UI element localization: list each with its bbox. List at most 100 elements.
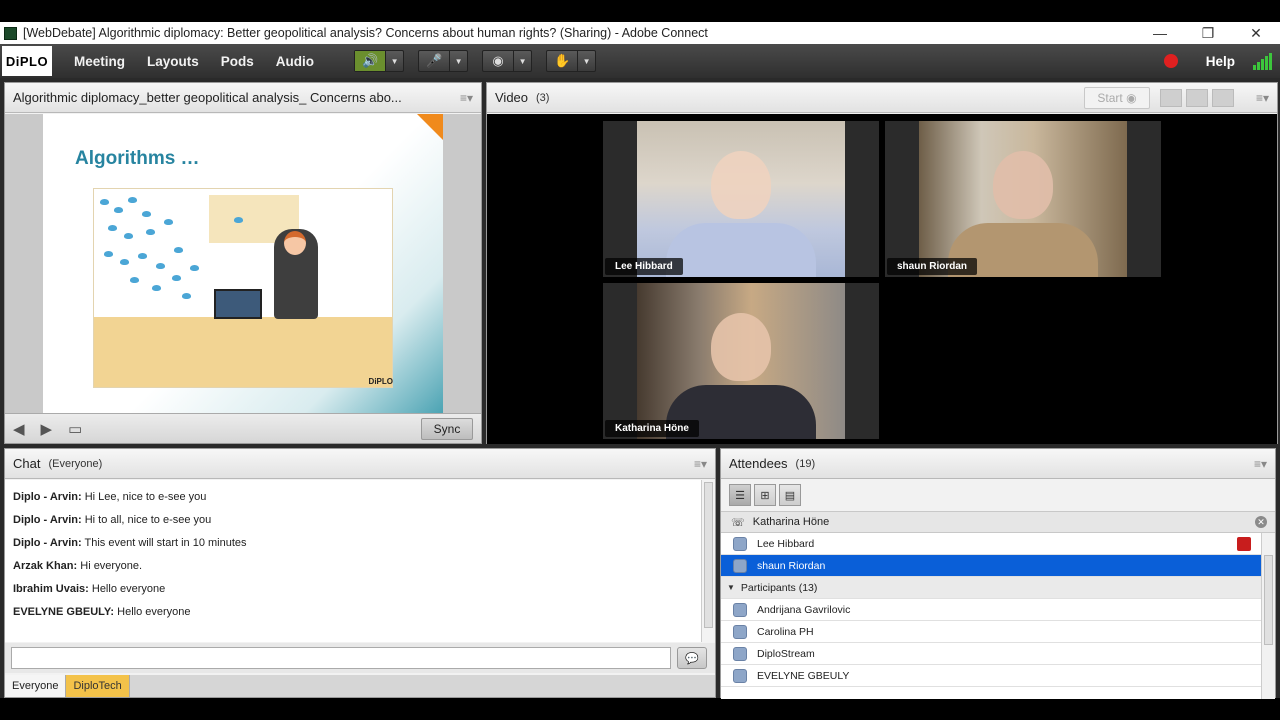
chevron-down-icon[interactable]: ▼ [513, 51, 531, 71]
video-tile[interactable]: shaun Riordan [885, 121, 1161, 277]
slide-corner-decoration [417, 114, 443, 140]
webcam-icon[interactable]: ◉ [483, 51, 513, 71]
participant-video [637, 121, 845, 277]
share-pod-footer: ◀ ▶ ▭ Sync [5, 413, 481, 443]
pod-menu-icon[interactable]: ≡▾ [1256, 91, 1269, 105]
chat-messages: Diplo - Arvin: Hi Lee, nice to e-see you… [5, 480, 701, 642]
chat-pod-title: Chat [13, 456, 41, 471]
video-pod-title: Video [495, 90, 529, 105]
close-window-button[interactable]: ✕ [1232, 25, 1280, 42]
chat-message: Diplo - Arvin: Hi to all, nice to e-see … [13, 514, 212, 526]
share-content-area: Algorithms … DiPLO [5, 114, 481, 414]
menu-pods[interactable]: Pods [221, 54, 254, 69]
list-item[interactable]: Carolina PH [721, 621, 1261, 643]
chat-pod: Chat (Everyone) ≡▾ Diplo - Arvin: Hi Lee… [4, 448, 716, 698]
menu-bar: DiPLO Meeting Layouts Pods Audio 🔊 ▼ 🎤 ▼… [0, 44, 1280, 78]
share-pod-title: Algorithmic diplomacy_better geopolitica… [13, 90, 402, 105]
restore-button[interactable]: ❐ [1184, 25, 1232, 42]
previous-slide-icon[interactable]: ◀ [13, 420, 25, 438]
chevron-down-icon[interactable]: ▼ [449, 51, 467, 71]
tab-everyone[interactable]: Everyone [5, 675, 67, 697]
sync-button[interactable]: Sync [421, 417, 473, 440]
menu-audio[interactable]: Audio [276, 54, 314, 69]
chevron-down-icon: ▼ [727, 583, 735, 592]
video-pod-header: Video (3) Start ◉ ≡▾ [487, 83, 1277, 113]
share-pod: Algorithmic diplomacy_better geopolitica… [4, 82, 482, 444]
speaker-control[interactable]: 🔊 ▼ [354, 50, 405, 72]
window-title: [WebDebate] Algorithmic diplomacy: Bette… [23, 26, 708, 40]
fullscreen-icon[interactable] [1211, 88, 1234, 107]
attendee-count: (19) [795, 457, 816, 470]
participant-icon [733, 646, 747, 661]
help-menu[interactable]: Help [1206, 54, 1235, 69]
active-speaker-bar: ☏ Katharina Höne ✕ [721, 511, 1275, 533]
microphone-control[interactable]: 🎤 ▼ [418, 50, 469, 72]
next-slide-icon[interactable]: ▶ [41, 420, 53, 438]
adobe-connect-app-icon [4, 26, 17, 40]
list-item[interactable]: Lee Hibbard [721, 533, 1261, 555]
attendees-pod: Attendees (19) ≡▾ ☰ ⊞ ▤ ☏ Katharina Höne… [720, 448, 1276, 699]
webcam-control[interactable]: ◉ ▼ [482, 50, 533, 72]
list-item[interactable]: shaun Riordan [721, 555, 1261, 577]
breakout-view-icon[interactable]: ⊞ [754, 484, 776, 506]
raise-hand-icon[interactable]: ✋ [547, 51, 577, 71]
minimize-button[interactable]: — [1136, 25, 1184, 41]
attendee-scrollbar[interactable] [1261, 533, 1275, 699]
video-grid: Lee Hibbard shaun Riordan Katharina Höne [487, 114, 1277, 444]
thumbnails-icon[interactable]: ▭ [68, 420, 82, 438]
list-item[interactable]: DiploStream [721, 643, 1261, 665]
chat-message: Diplo - Arvin: Hi Lee, nice to e-see you [13, 491, 207, 503]
video-tile-name: Katharina Höne [605, 420, 699, 437]
participants-group-header[interactable]: ▼ Participants (13) [721, 577, 1261, 599]
chevron-down-icon[interactable]: ▼ [385, 51, 403, 71]
menu-meeting[interactable]: Meeting [74, 54, 125, 69]
list-item[interactable]: Andrijana Gavrilovic [721, 599, 1261, 621]
microphone-icon[interactable]: 🎤 [419, 51, 449, 71]
phone-icon: ☏ [731, 516, 745, 529]
webcam-icon: ◉ [1126, 90, 1137, 105]
recording-indicator-icon[interactable] [1163, 54, 1178, 68]
chat-input-row: 💬 [5, 643, 715, 673]
menu-layouts[interactable]: Layouts [147, 54, 199, 69]
attendee-list: Lee Hibbard shaun Riordan ▼ Participants… [721, 533, 1261, 699]
pod-menu-icon[interactable]: ≡▾ [694, 457, 707, 471]
pod-menu-icon[interactable]: ≡▾ [1254, 457, 1267, 471]
close-icon[interactable]: ✕ [1255, 516, 1267, 528]
tab-diplotech[interactable]: DiploTech [66, 675, 130, 697]
role-view-icon[interactable]: ▤ [779, 484, 801, 506]
chat-tabs: Everyone DiploTech [5, 675, 715, 697]
stage-view-icon[interactable] [1185, 88, 1208, 107]
chat-message: Arzak Khan: Hi everyone. [13, 560, 143, 572]
chat-message: Diplo - Arvin: This event will start in … [13, 537, 247, 549]
attendees-pod-header: Attendees (19) ≡▾ [721, 449, 1275, 479]
connection-signal-icon [1253, 52, 1272, 70]
speaker-icon[interactable]: 🔊 [355, 51, 386, 71]
slide-title: Algorithms … [75, 148, 200, 169]
video-tile-name: shaun Riordan [887, 258, 978, 275]
diplo-logo: DiPLO [2, 46, 52, 76]
status-flag-icon [1237, 536, 1251, 551]
participant-icon [733, 668, 747, 683]
list-item[interactable]: EVELYNE GBEULY [721, 665, 1261, 687]
start-webcam-button[interactable]: Start ◉ [1083, 86, 1150, 109]
attendee-view-toolbar: ☰ ⊞ ▤ [721, 480, 1275, 510]
video-tile[interactable]: Katharina Höne [603, 283, 879, 439]
chevron-down-icon[interactable]: ▼ [577, 51, 595, 71]
status-control[interactable]: ✋ ▼ [546, 50, 597, 72]
chat-scrollbar[interactable] [701, 480, 715, 642]
slide-illustration [93, 188, 393, 388]
video-count: (3) [536, 91, 550, 104]
host-icon [733, 536, 747, 551]
pod-menu-icon[interactable]: ≡▾ [460, 91, 473, 105]
participant-video [919, 121, 1127, 277]
send-message-button[interactable]: 💬 [677, 647, 707, 669]
participant-icon [733, 624, 747, 639]
video-tile[interactable]: Lee Hibbard [603, 121, 879, 277]
slide-diplo-logo: DiPLO [368, 377, 393, 386]
chat-bubble-icon: 💬 [685, 652, 699, 665]
participant-icon [733, 602, 747, 617]
list-view-icon[interactable]: ☰ [729, 484, 751, 506]
filmstrip-view-icon[interactable] [1159, 88, 1182, 107]
meeting-stage: Algorithmic diplomacy_better geopolitica… [0, 78, 1280, 699]
chat-input[interactable] [11, 647, 671, 669]
